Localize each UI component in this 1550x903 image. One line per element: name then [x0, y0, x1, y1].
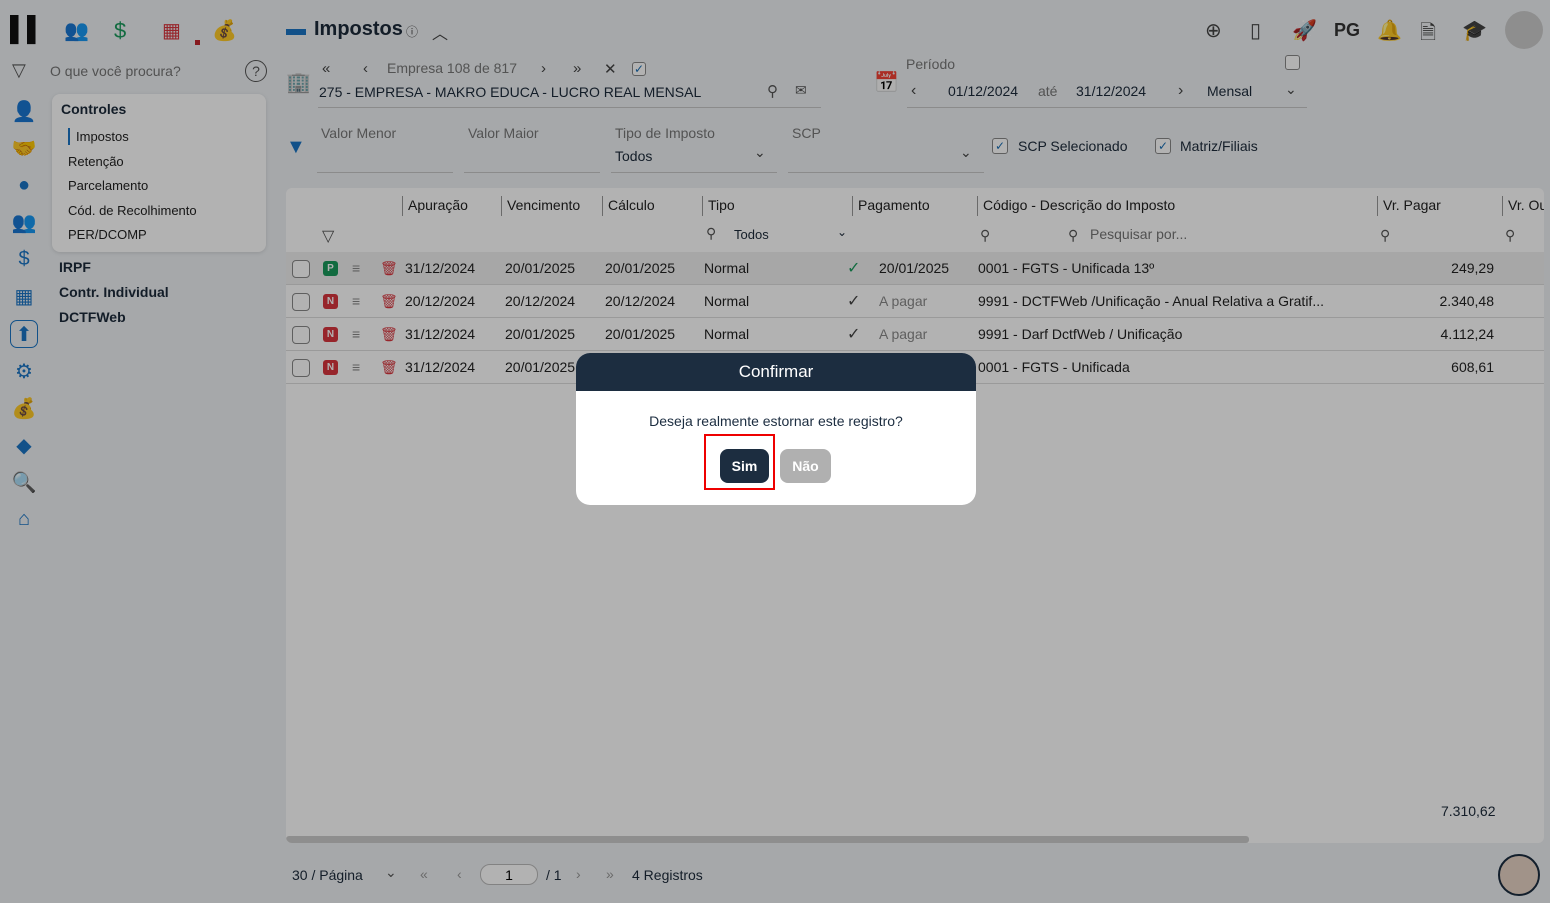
yes-button[interactable]: Sim	[720, 449, 769, 483]
dialog-message: Deseja realmente estornar este registro?	[649, 413, 903, 429]
confirm-dialog: Confirmar Deseja realmente estornar este…	[576, 353, 976, 505]
dialog-title: Confirmar	[576, 353, 976, 391]
no-button[interactable]: Não	[780, 449, 831, 483]
